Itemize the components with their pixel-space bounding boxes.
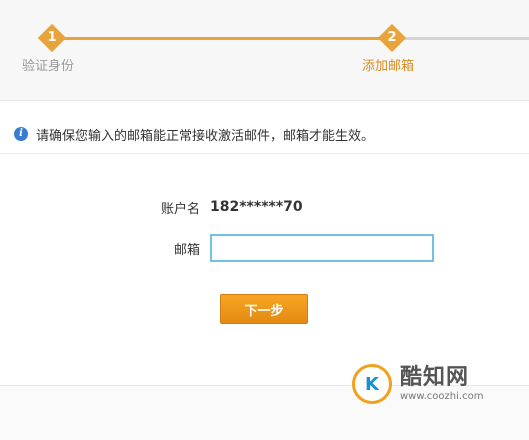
next-step-button[interactable]: 下一步 bbox=[220, 294, 308, 324]
progress-line-remaining bbox=[392, 37, 529, 40]
email-input[interactable] bbox=[210, 234, 434, 262]
step-1-label: 验证身份 bbox=[22, 59, 75, 74]
step-progress-bar: 1 验证身份 2 添加邮箱 bbox=[0, 0, 529, 100]
email-label: 邮箱 bbox=[173, 242, 200, 258]
notice-text: 请确保您输入的邮箱能正常接收激活邮件，邮箱才能生效。 bbox=[36, 128, 375, 144]
progress-line-completed bbox=[52, 37, 392, 40]
watermark-text: 酷知网 www.coozhi.com bbox=[400, 365, 483, 403]
divider bbox=[0, 100, 529, 101]
account-value: 182******70 bbox=[210, 199, 303, 215]
info-icon: i bbox=[14, 127, 28, 141]
watermark-name: 酷知网 bbox=[400, 365, 470, 390]
account-row: 账户名 182******70 bbox=[0, 196, 303, 218]
watermark-url: www.coozhi.com bbox=[400, 391, 484, 402]
step-1-number: 1 bbox=[47, 30, 57, 45]
divider bbox=[0, 153, 529, 154]
watermark-logo-icon: K bbox=[352, 364, 392, 404]
email-row: 邮箱 bbox=[0, 233, 434, 263]
account-label: 账户名 bbox=[160, 201, 200, 217]
notice-message: i 请确保您输入的邮箱能正常接收激活邮件，邮箱才能生效。 bbox=[14, 124, 374, 144]
watermark: K 酷知网 www.coozhi.com bbox=[352, 356, 526, 412]
step-2-label: 添加邮箱 bbox=[362, 59, 415, 74]
step-2-number: 2 bbox=[387, 30, 397, 45]
